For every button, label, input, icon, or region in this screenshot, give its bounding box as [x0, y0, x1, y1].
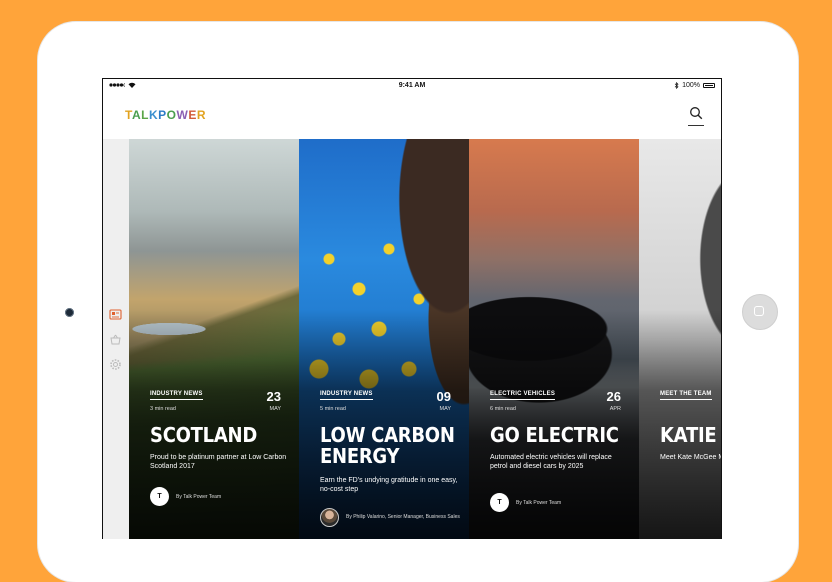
front-camera — [65, 308, 74, 317]
article-card-scotland[interactable]: INDUSTRY NEWS 3 min read 23 MAY SCOTLAND… — [129, 139, 299, 539]
card-read-time: 6 min read — [490, 406, 516, 412]
card-author[interactable]: T By Talk Power Team — [150, 487, 221, 506]
card-subtitle: Automated electric vehicles will replace… — [490, 454, 612, 470]
card-category[interactable]: ELECTRIC VEHICLES — [490, 391, 556, 400]
card-read-time: 5 min read — [320, 406, 346, 412]
article-card-low-carbon-energy[interactable]: INDUSTRY NEWS 5 min read 09 MAY LOW CARB… — [299, 139, 469, 539]
card-author[interactable]: T By Talk Power Team — [490, 493, 561, 512]
article-card-go-electric[interactable]: ELECTRIC VEHICLES 6 min read 26 APR GO E… — [469, 139, 639, 539]
card-title[interactable]: KATIE — [660, 425, 721, 446]
screen: 9:41 AM 100% TALKPOWER INDUSTRY NEWS 3 m… — [102, 78, 722, 539]
home-square-icon — [754, 306, 764, 316]
card-day: 23 — [266, 389, 281, 404]
author-name: By Philip Valarino, Senior Manager, Busi… — [346, 514, 460, 520]
card-month: APR — [609, 406, 621, 412]
battery-percent: 100% — [682, 82, 700, 89]
author-name: By Talk Power Team — [176, 493, 222, 500]
card-title[interactable]: SCOTLAND — [150, 425, 285, 446]
battery-icon — [703, 83, 715, 88]
app-header: TALKPOWER — [103, 93, 721, 139]
side-nav — [103, 139, 129, 539]
card-category[interactable]: MEET THE TEAM — [660, 391, 712, 400]
card-day: 09 — [436, 389, 451, 404]
author-name: By Talk Power Team — [516, 499, 562, 506]
card-day: 26 — [606, 389, 621, 404]
article-card-katie[interactable]: MEET THE TEAM KATIE Meet Kate McGee Mana… — [639, 139, 721, 539]
search-underline — [688, 125, 704, 126]
card-subtitle: Earn the FD's undying gratitude in one e… — [320, 477, 458, 493]
status-bar: 9:41 AM 100% — [103, 79, 721, 93]
search-icon[interactable] — [689, 106, 703, 120]
battery-indicators: 100% — [674, 82, 715, 89]
card-category[interactable]: INDUSTRY NEWS — [150, 391, 203, 400]
card-month: MAY — [269, 406, 281, 412]
card-category[interactable]: INDUSTRY NEWS — [320, 391, 373, 400]
article-carousel[interactable]: INDUSTRY NEWS 3 min read 23 MAY SCOTLAND… — [129, 139, 721, 539]
basket-icon[interactable] — [109, 333, 122, 346]
card-subtitle: Meet Kate McGee Manager of busin — [660, 454, 721, 461]
status-time: 9:41 AM — [398, 82, 426, 89]
settings-gear-icon[interactable] — [109, 358, 122, 371]
author-avatar: T — [490, 493, 509, 512]
card-read-time: 3 min read — [150, 406, 176, 412]
talkpower-logo[interactable]: TALKPOWER — [125, 108, 206, 122]
author-avatar: T — [150, 487, 169, 506]
card-title[interactable]: LOW CARBON ENERGY — [320, 425, 455, 467]
card-subtitle: Proud to be platinum partner at Low Carb… — [150, 454, 287, 470]
news-icon[interactable] — [109, 308, 122, 321]
card-author[interactable]: By Philip Valarino, Senior Manager, Busi… — [320, 508, 460, 527]
card-month: MAY — [439, 406, 451, 412]
card-title[interactable]: GO ELECTRIC — [490, 425, 625, 446]
home-button[interactable] — [742, 294, 778, 330]
author-photo — [320, 508, 339, 527]
bluetooth-icon — [674, 82, 679, 89]
